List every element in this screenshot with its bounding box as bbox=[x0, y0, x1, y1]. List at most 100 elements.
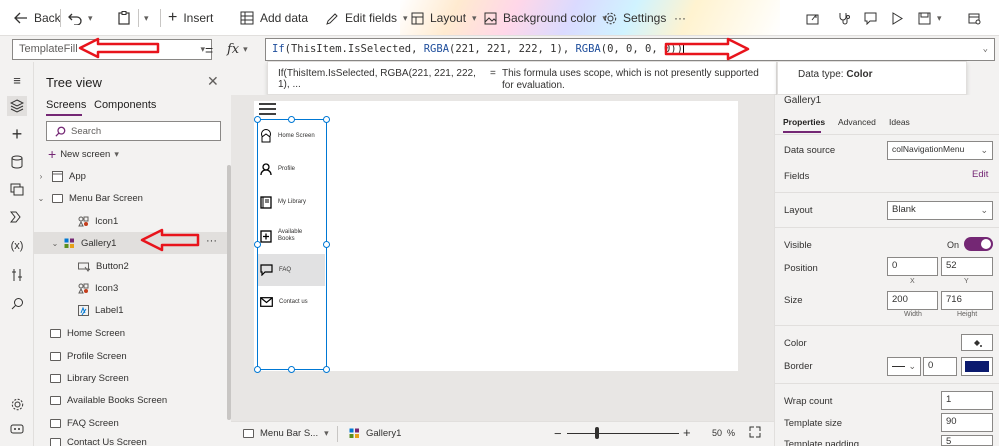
insert-button[interactable]: + Insert bbox=[168, 0, 213, 35]
tree-item-library-screen[interactable]: Library Screen bbox=[50, 367, 240, 389]
edit-fields-button[interactable]: Edit fields ▾ bbox=[326, 0, 408, 35]
variables-icon[interactable]: (x) bbox=[7, 236, 27, 256]
visible-toggle[interactable] bbox=[964, 237, 993, 251]
template-padding-input[interactable]: 5 bbox=[941, 435, 993, 446]
insert-plus-icon[interactable]: + bbox=[7, 124, 27, 144]
more-button[interactable]: ··· bbox=[674, 0, 686, 35]
virtual-agent-icon[interactable] bbox=[7, 420, 27, 440]
position-x-input[interactable]: 0 bbox=[887, 257, 938, 276]
tree-item-available-books-screen[interactable]: Available Books Screen bbox=[50, 389, 240, 411]
gallery-item-contact-us[interactable]: Contact us bbox=[258, 286, 325, 318]
tab-properties[interactable]: Properties bbox=[783, 117, 825, 127]
share-button[interactable] bbox=[806, 0, 819, 35]
formula-evaluation-tooltip: If(ThisItem.IsSelected, RGBA(221, 221, 2… bbox=[267, 61, 777, 95]
template-size-input[interactable]: 90 bbox=[941, 413, 993, 432]
screen-breadcrumb[interactable]: Menu Bar S... ▾ bbox=[243, 428, 329, 439]
control-breadcrumb[interactable]: Gallery1 bbox=[349, 428, 401, 439]
tab-ideas[interactable]: Ideas bbox=[889, 117, 910, 127]
formula-input[interactable]: If(ThisItem.IsSelected, RGBA(221, 221, 2… bbox=[265, 38, 995, 61]
tree-view-panel: Tree view ✕ Screens Components Search + … bbox=[34, 62, 231, 446]
close-icon[interactable]: ✕ bbox=[207, 73, 219, 90]
layout-button[interactable]: Layout ▾ bbox=[411, 0, 477, 35]
position-y-input[interactable]: 52 bbox=[941, 257, 993, 276]
tree-item-app[interactable]: › App bbox=[36, 165, 226, 187]
tree-item-contact-us-screen[interactable]: Contact Us Screen bbox=[50, 434, 240, 446]
gallery-item-profile[interactable]: Profile bbox=[258, 153, 325, 185]
background-color-button[interactable]: Background color ▾ bbox=[484, 0, 607, 35]
resize-handle[interactable] bbox=[323, 366, 330, 373]
hamburger-menu-icon[interactable] bbox=[259, 103, 276, 115]
expand-formula-icon[interactable]: ⌄ bbox=[983, 44, 988, 54]
chevron-right-icon[interactable]: › bbox=[36, 172, 46, 181]
zoom-in-icon[interactable]: + bbox=[683, 425, 691, 440]
gallery-item-my-library[interactable]: My Library bbox=[258, 186, 325, 218]
fit-to-window-icon[interactable] bbox=[749, 426, 761, 438]
tree-item-home-screen[interactable]: Home Screen bbox=[50, 322, 240, 344]
add-data-button[interactable]: Add data bbox=[240, 0, 308, 35]
resize-handle[interactable] bbox=[288, 116, 295, 123]
tree-item-menu-bar-screen[interactable]: ⌄ Menu Bar Screen bbox=[36, 187, 226, 209]
width-caption: Width bbox=[904, 311, 922, 318]
app-checker-button[interactable] bbox=[838, 0, 851, 35]
paste-options-button[interactable]: ▾ bbox=[144, 0, 149, 35]
settings-button[interactable]: Settings bbox=[604, 0, 666, 35]
image-icon bbox=[484, 12, 497, 25]
screen-icon bbox=[50, 418, 61, 428]
preview-button[interactable] bbox=[892, 0, 903, 35]
media-icon[interactable] bbox=[7, 179, 27, 199]
size-height-input[interactable]: 716 bbox=[941, 291, 993, 310]
gallery-item-faq[interactable]: FAQ bbox=[258, 254, 325, 286]
advanced-tools-icon[interactable] bbox=[7, 265, 27, 285]
search-icon[interactable] bbox=[7, 293, 27, 313]
person-icon bbox=[260, 163, 272, 175]
settings-gear-icon[interactable] bbox=[7, 394, 27, 414]
tab-advanced[interactable]: Advanced bbox=[838, 117, 876, 127]
zoom-slider[interactable] bbox=[567, 433, 679, 434]
undo-button[interactable]: ▾ bbox=[68, 0, 93, 35]
data-icon[interactable] bbox=[7, 152, 27, 172]
border-color-picker[interactable] bbox=[961, 357, 993, 376]
layout-dropdown[interactable]: Blank ⌄ bbox=[887, 201, 993, 220]
back-button[interactable]: Back bbox=[14, 0, 61, 35]
paste-button[interactable] bbox=[118, 0, 130, 35]
resize-handle[interactable] bbox=[323, 241, 330, 248]
wrap-count-input[interactable]: 1 bbox=[941, 391, 993, 410]
more-options-icon[interactable]: ··· bbox=[206, 235, 217, 247]
size-width-input[interactable]: 200 bbox=[887, 291, 938, 310]
tab-screens[interactable]: Screens bbox=[46, 99, 86, 111]
fx-button[interactable]: fx ▾ bbox=[227, 39, 267, 60]
tab-components[interactable]: Components bbox=[94, 99, 156, 111]
layers-icon[interactable] bbox=[7, 96, 27, 116]
visible-toggle-text: On bbox=[947, 240, 960, 250]
hamburger-menu-icon[interactable]: ≡ bbox=[7, 70, 27, 90]
tree-item-gallery1[interactable]: ⌄ Gallery1 ··· bbox=[34, 232, 231, 254]
border-label: Border bbox=[784, 361, 813, 372]
border-width-input[interactable]: 0 bbox=[923, 357, 957, 376]
search-input[interactable]: Search bbox=[46, 121, 221, 141]
resize-handle[interactable] bbox=[254, 366, 261, 373]
annotation-arrow-left bbox=[140, 228, 200, 252]
data-source-dropdown[interactable]: colNavigationMenu ⌄ bbox=[887, 141, 993, 160]
chevron-down-icon[interactable]: ⌄ bbox=[50, 239, 60, 248]
zoom-slider-thumb[interactable] bbox=[595, 427, 599, 439]
new-screen-button[interactable]: + New screen ▾ bbox=[48, 147, 119, 161]
color-picker[interactable] bbox=[961, 334, 993, 351]
comments-button[interactable] bbox=[864, 0, 877, 35]
chevron-down-icon[interactable]: ⌄ bbox=[36, 194, 46, 203]
resize-handle[interactable] bbox=[254, 241, 261, 248]
zoom-out-icon[interactable]: − bbox=[554, 426, 562, 441]
power-automate-icon[interactable] bbox=[7, 207, 27, 227]
border-style-dropdown[interactable]: ⌄ bbox=[887, 357, 921, 376]
resize-handle[interactable] bbox=[254, 116, 261, 123]
chevron-down-icon[interactable]: ▾ bbox=[88, 13, 93, 24]
publish-button[interactable] bbox=[968, 0, 981, 35]
tree-item-faq-screen[interactable]: FAQ Screen bbox=[50, 412, 240, 434]
resize-handle[interactable] bbox=[288, 366, 295, 373]
gallery-item-home-screen[interactable]: Home Screen bbox=[258, 120, 325, 152]
save-button[interactable]: ▾ bbox=[918, 0, 942, 35]
gallery-item-available-books[interactable]: Available Books bbox=[258, 220, 325, 252]
edit-fields-link[interactable]: Edit bbox=[972, 169, 988, 180]
tree-item-profile-screen[interactable]: Profile Screen bbox=[50, 345, 240, 367]
plus-icon: + bbox=[48, 146, 57, 162]
resize-handle[interactable] bbox=[323, 116, 330, 123]
